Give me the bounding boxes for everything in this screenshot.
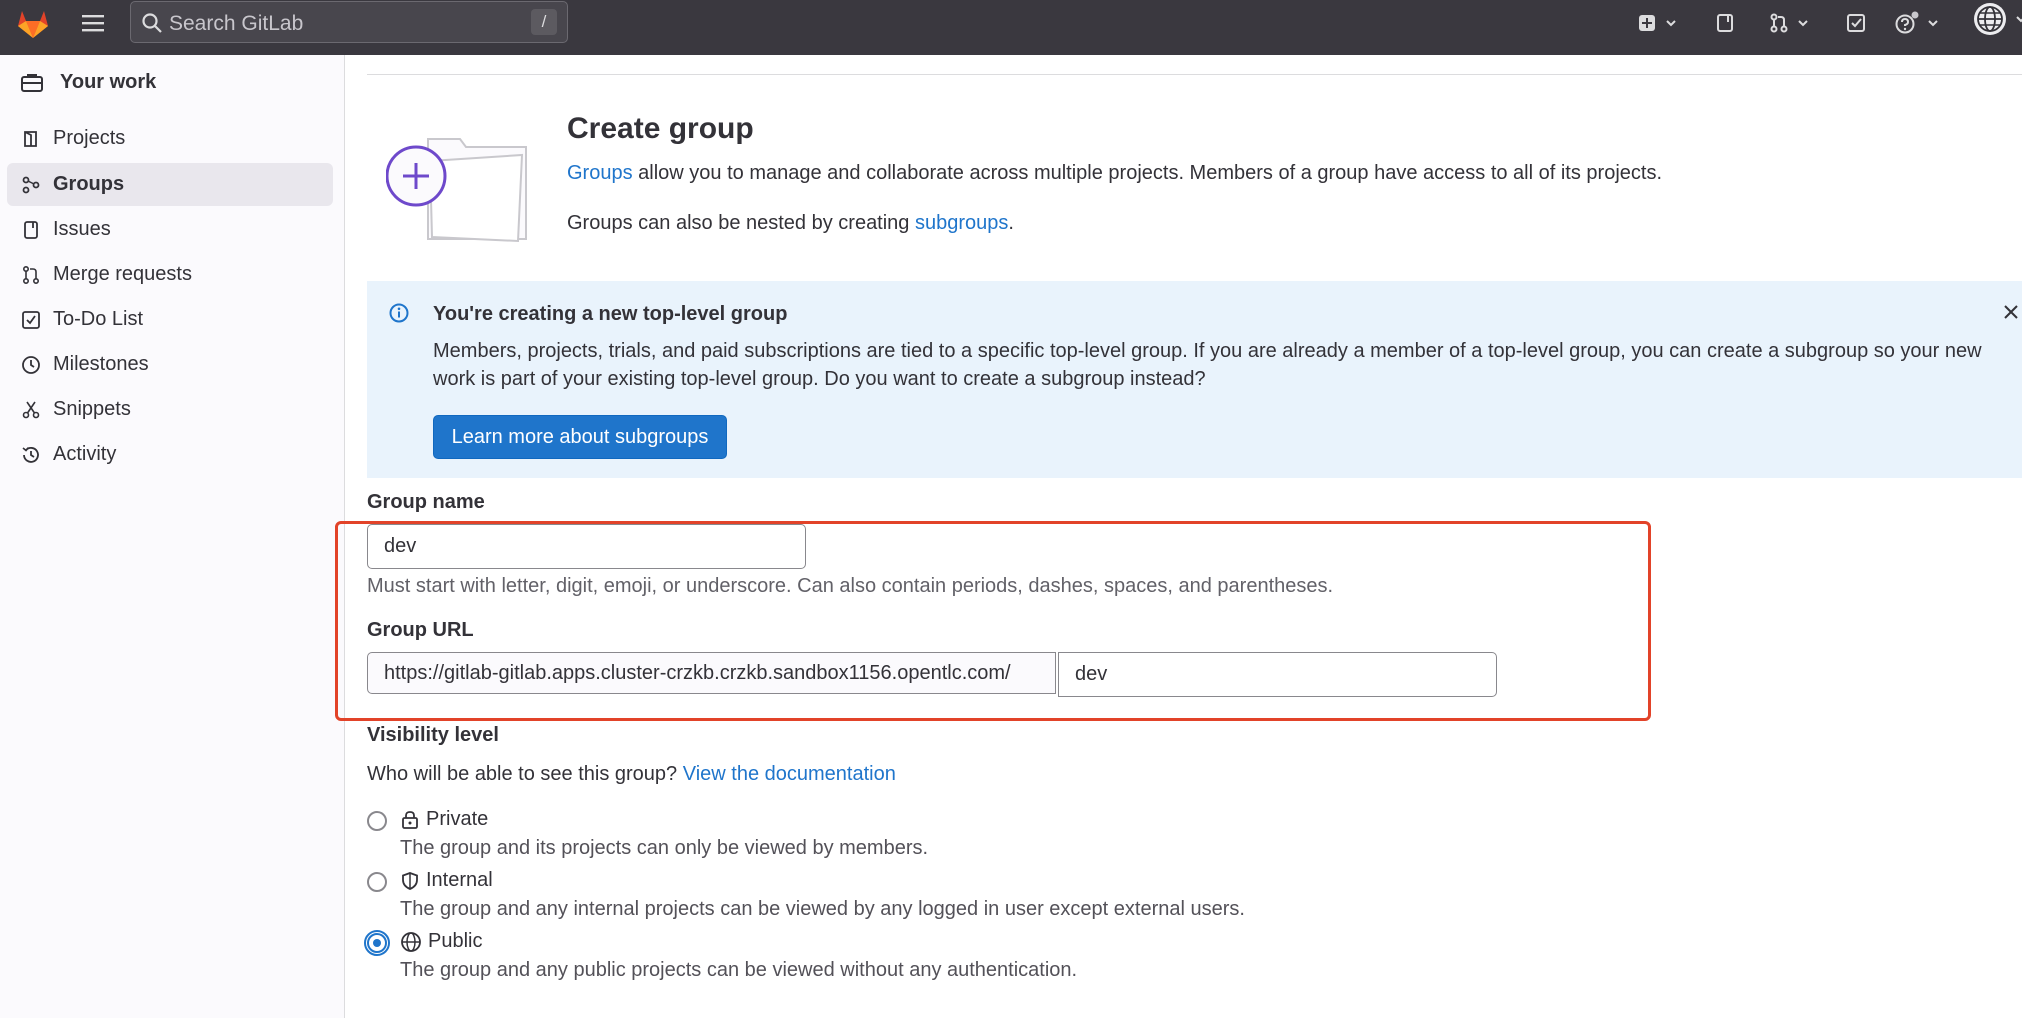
group-illustration xyxy=(386,125,536,255)
group-icon xyxy=(22,176,40,193)
sidebar-item-label: Activity xyxy=(53,443,117,465)
issues-button[interactable] xyxy=(1714,8,1736,38)
sidebar-item-groups[interactable]: Groups xyxy=(7,163,333,206)
history-icon xyxy=(22,446,39,463)
sidebar-item-merge-requests[interactable]: Merge requests xyxy=(7,253,333,296)
alert-body: Members, projects, trials, and paid subs… xyxy=(433,340,1982,390)
gitlab-logo-icon[interactable] xyxy=(14,4,52,42)
issues-icon xyxy=(1717,14,1733,32)
lock-icon xyxy=(402,810,418,829)
sidebar-item-milestones[interactable]: Milestones xyxy=(7,343,333,386)
create-new-button[interactable] xyxy=(1636,8,1678,38)
sidebar-item-label: Milestones xyxy=(53,353,149,375)
page-title: Create group xyxy=(567,112,754,145)
alert-title: You're creating a new top-level group xyxy=(433,303,788,325)
nested-text: Groups can also be nested by creating su… xyxy=(567,212,1014,235)
visibility-private-radio[interactable] xyxy=(367,811,387,831)
group-name-label: Group name xyxy=(367,491,485,513)
chevron-down-icon xyxy=(1666,20,1676,27)
intro-text: Groups allow you to manage and collabora… xyxy=(567,162,1662,185)
todo-icon xyxy=(22,310,40,329)
visibility-public-label[interactable]: Public xyxy=(400,930,482,953)
sidebar-context-title: Your work xyxy=(60,71,157,93)
info-alert: You're creating a new top-level group Me… xyxy=(367,281,2022,478)
question-icon xyxy=(1895,11,1919,34)
sidebar: Your work Projects Groups Issues Merge r… xyxy=(0,55,345,1018)
search-input[interactable]: Search GitLab / xyxy=(130,1,568,43)
user-menu[interactable] xyxy=(1972,3,2022,35)
chevron-down-icon xyxy=(1928,20,1938,27)
search-shortcut-key: / xyxy=(531,9,557,35)
plus-square-icon xyxy=(1639,15,1655,31)
visibility-label: Visibility level xyxy=(367,724,499,746)
nested-suffix: . xyxy=(1008,212,1014,234)
visibility-internal-desc: The group and any internal projects can … xyxy=(400,898,1245,920)
issues-icon xyxy=(24,220,38,239)
info-icon xyxy=(388,302,410,324)
sidebar-item-activity[interactable]: Activity xyxy=(7,433,333,476)
intro-rest: allow you to manage and collaborate acro… xyxy=(632,162,1662,184)
visibility-option-label: Public xyxy=(428,930,483,952)
view-documentation-link[interactable]: View the documentation xyxy=(683,763,896,785)
sidebar-item-todo-list[interactable]: To-Do List xyxy=(7,298,333,341)
visibility-private-label[interactable]: Private xyxy=(400,808,488,831)
search-icon xyxy=(141,12,163,34)
visibility-public-radio[interactable] xyxy=(364,930,390,956)
sidebar-context-header[interactable]: Your work xyxy=(20,71,156,94)
merge-requests-button[interactable] xyxy=(1768,8,1810,38)
close-icon[interactable] xyxy=(2001,302,2021,322)
highlight-box xyxy=(335,521,1651,721)
nested-prefix: Groups can also be nested by creating xyxy=(567,212,915,234)
clock-icon xyxy=(22,355,40,374)
hamburger-menu-icon[interactable] xyxy=(80,12,106,34)
sidebar-item-snippets[interactable]: Snippets xyxy=(7,388,333,431)
globe-icon xyxy=(401,931,421,952)
sidebar-item-label: Projects xyxy=(53,127,126,149)
visibility-internal-radio[interactable] xyxy=(367,872,387,892)
search-placeholder: Search GitLab xyxy=(169,12,304,35)
visibility-question: Who will be able to see this group? View… xyxy=(367,763,896,786)
sidebar-item-issues[interactable]: Issues xyxy=(7,208,333,251)
subgroups-link[interactable]: subgroups xyxy=(915,212,1008,234)
visibility-option-label: Internal xyxy=(426,869,493,891)
scissors-icon xyxy=(22,401,40,418)
todos-button[interactable] xyxy=(1845,8,1867,38)
briefcase-icon xyxy=(21,73,43,92)
merge-request-icon xyxy=(1770,13,1788,33)
todo-icon xyxy=(1847,14,1865,32)
sidebar-item-label: Issues xyxy=(53,218,111,240)
visibility-question-text: Who will be able to see this group? xyxy=(367,763,683,785)
sidebar-item-label: Merge requests xyxy=(53,263,192,285)
sidebar-item-projects[interactable]: Projects xyxy=(7,117,333,160)
sidebar-item-label: Groups xyxy=(53,173,125,195)
learn-more-subgroups-button[interactable]: Learn more about subgroups xyxy=(433,415,727,459)
shield-icon xyxy=(402,871,418,890)
avatar xyxy=(1974,3,2006,35)
visibility-internal-label[interactable]: Internal xyxy=(400,869,493,892)
top-bar: Search GitLab / xyxy=(0,0,2022,55)
main-content: Create group Groups allow you to manage … xyxy=(335,55,2022,1018)
visibility-option-label: Private xyxy=(426,808,489,830)
visibility-public-desc: The group and any public projects can be… xyxy=(400,959,1078,981)
project-icon xyxy=(24,130,37,147)
sidebar-item-label: Snippets xyxy=(53,398,131,420)
merge-request-icon xyxy=(22,265,40,284)
chevron-down-icon xyxy=(2016,16,2022,23)
visibility-private-desc: The group and its projects can only be v… xyxy=(400,837,929,859)
help-button[interactable] xyxy=(1894,8,1940,38)
divider xyxy=(367,74,2022,75)
chevron-down-icon xyxy=(1798,20,1808,27)
groups-link[interactable]: Groups xyxy=(567,162,633,184)
sidebar-item-label: To-Do List xyxy=(53,308,144,330)
